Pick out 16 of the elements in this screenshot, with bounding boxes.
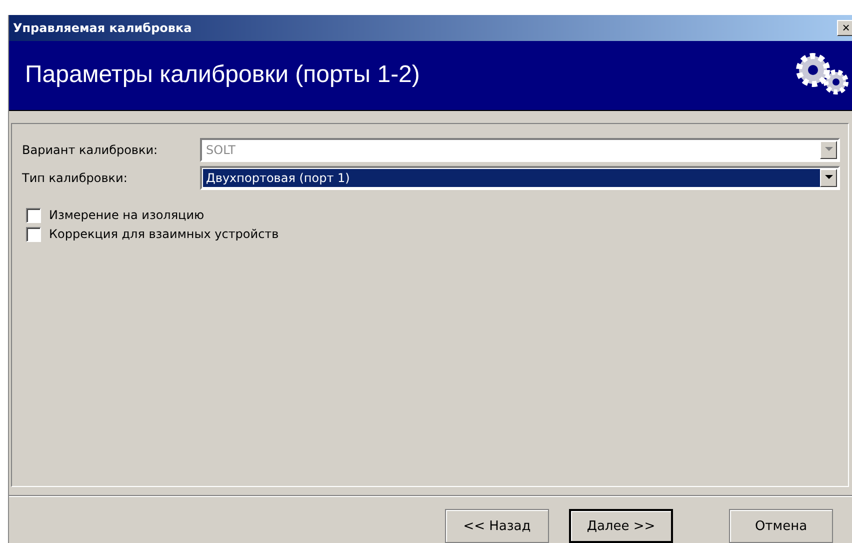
calibration-dropdown[interactable]: Двухпортовая (порт 1) <box>200 166 840 190</box>
window-title: Управляемая калибровка <box>13 20 192 35</box>
close-button[interactable]: × <box>837 20 852 36</box>
wizard-button[interactable]: Отмена <box>729 509 833 543</box>
dropdown-button[interactable] <box>820 168 837 187</box>
caret-icon <box>824 175 832 180</box>
checkbox[interactable] <box>26 226 41 242</box>
wizard-button[interactable]: << Назад <box>445 509 549 543</box>
field-label: Тип калибровки: <box>22 170 128 185</box>
checkbox[interactable] <box>26 208 41 223</box>
checkbox-label: Измерение на изоляцию <box>49 208 204 222</box>
header-title: Параметры калибровки (порты 1-2) <box>25 61 420 90</box>
caret-icon <box>824 147 832 152</box>
wizard-button[interactable]: Далее >> <box>569 509 673 543</box>
field-label: Вариант калибровки: <box>22 142 159 157</box>
checkbox-label: Коррекция для взаимных устройств <box>49 227 279 242</box>
